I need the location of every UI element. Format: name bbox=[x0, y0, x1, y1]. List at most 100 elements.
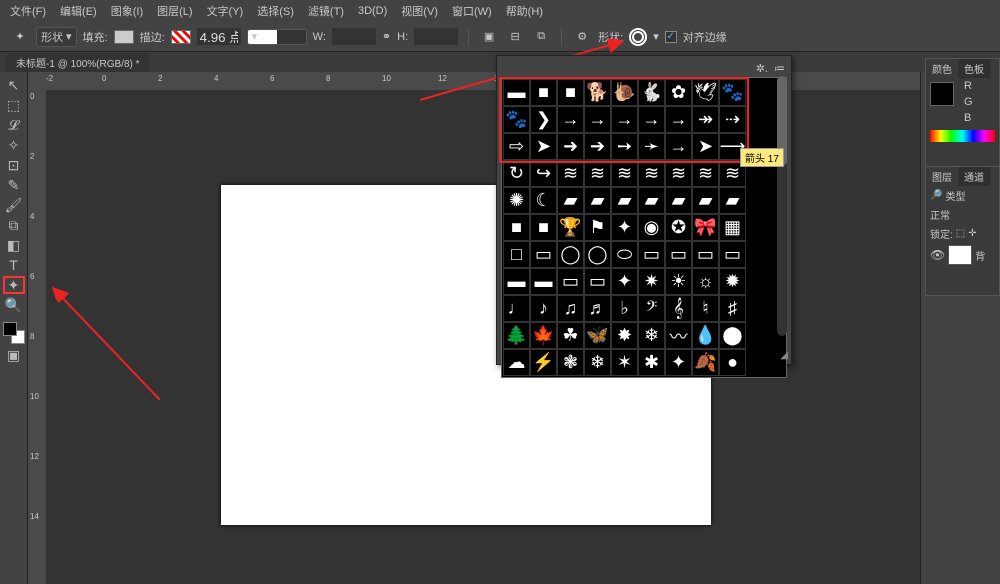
shape-cell-25[interactable]: ➤ bbox=[692, 133, 719, 160]
shape-cell-71[interactable]: ✹ bbox=[719, 268, 746, 295]
shape-cell-32[interactable]: ≋ bbox=[638, 160, 665, 187]
shape-cell-5[interactable]: 🐇 bbox=[638, 79, 665, 106]
shape-cell-76[interactable]: ♭ bbox=[611, 295, 638, 322]
shape-cell-83[interactable]: ☘ bbox=[557, 322, 584, 349]
shape-cell-75[interactable]: ♬ bbox=[584, 295, 611, 322]
align-edges-checkbox[interactable] bbox=[665, 31, 677, 43]
type-tool[interactable]: T bbox=[3, 256, 25, 274]
stamp-tool[interactable]: ⧉ bbox=[3, 216, 25, 234]
shape-cell-55[interactable]: ▭ bbox=[530, 241, 557, 268]
path-operations-icon[interactable]: ▣ bbox=[479, 27, 499, 47]
shape-cell-85[interactable]: ✸ bbox=[611, 322, 638, 349]
tool-preset-icon[interactable]: ✦ bbox=[10, 27, 30, 47]
shape-cell-84[interactable]: 🦋 bbox=[584, 322, 611, 349]
layer-name[interactable]: 背 bbox=[975, 248, 985, 263]
lasso-tool[interactable]: 𝓛 bbox=[3, 116, 25, 134]
shape-cell-8[interactable]: 🐾 bbox=[719, 79, 746, 106]
shape-cell-88[interactable]: 💧 bbox=[692, 322, 719, 349]
menu-select[interactable]: 选择(S) bbox=[257, 3, 294, 19]
shape-cell-54[interactable]: □ bbox=[503, 241, 530, 268]
shape-cell-0[interactable]: ▬ bbox=[503, 79, 530, 106]
picker-scrollbar[interactable] bbox=[777, 76, 787, 336]
shape-cell-7[interactable]: 🕊 bbox=[692, 79, 719, 106]
shape-cell-51[interactable]: ✪ bbox=[665, 214, 692, 241]
shape-cell-69[interactable]: ☀ bbox=[665, 268, 692, 295]
shape-cell-68[interactable]: ✷ bbox=[638, 268, 665, 295]
menu-type[interactable]: 文字(Y) bbox=[207, 3, 244, 19]
fill-swatch[interactable] bbox=[114, 30, 134, 44]
shape-cell-40[interactable]: ▰ bbox=[611, 187, 638, 214]
shape-cell-13[interactable]: → bbox=[611, 106, 638, 133]
shape-cell-62[interactable]: ▭ bbox=[719, 241, 746, 268]
shape-cell-30[interactable]: ≋ bbox=[584, 160, 611, 187]
shape-cell-41[interactable]: ▰ bbox=[638, 187, 665, 214]
shape-cell-45[interactable]: ■ bbox=[503, 214, 530, 241]
menu-file[interactable]: 文件(F) bbox=[10, 3, 46, 19]
move-tool[interactable]: ↖ bbox=[3, 76, 25, 94]
shape-cell-43[interactable]: ▰ bbox=[692, 187, 719, 214]
shape-cell-44[interactable]: ▰ bbox=[719, 187, 746, 214]
shape-cell-12[interactable]: → bbox=[584, 106, 611, 133]
shape-cell-20[interactable]: ➜ bbox=[557, 133, 584, 160]
shape-cell-14[interactable]: → bbox=[638, 106, 665, 133]
crop-tool[interactable]: ⊡ bbox=[3, 156, 25, 174]
custom-shape-swatch[interactable] bbox=[629, 28, 647, 46]
shape-cell-47[interactable]: 🏆 bbox=[557, 214, 584, 241]
shape-cell-80[interactable]: ♯ bbox=[719, 295, 746, 322]
shape-cell-61[interactable]: ▭ bbox=[692, 241, 719, 268]
shape-cell-17[interactable]: ⇢ bbox=[719, 106, 746, 133]
shape-cell-42[interactable]: ▰ bbox=[665, 187, 692, 214]
path-arrange-icon[interactable]: ⧉ bbox=[531, 27, 551, 47]
shape-cell-59[interactable]: ▭ bbox=[638, 241, 665, 268]
shape-cell-63[interactable]: ▬ bbox=[503, 268, 530, 295]
swatches-tab[interactable]: 色板 bbox=[958, 59, 990, 78]
shape-cell-57[interactable]: ◯ bbox=[584, 241, 611, 268]
stroke-swatch[interactable] bbox=[171, 30, 191, 44]
shape-cell-86[interactable]: ❄ bbox=[638, 322, 665, 349]
picker-menu-icon[interactable]: ≔ bbox=[774, 62, 785, 75]
shape-cell-46[interactable]: ■ bbox=[530, 214, 557, 241]
shape-cell-81[interactable]: 🌲 bbox=[503, 322, 530, 349]
shape-cell-11[interactable]: → bbox=[557, 106, 584, 133]
shape-cell-50[interactable]: ◉ bbox=[638, 214, 665, 241]
path-align-icon[interactable]: ⊟ bbox=[505, 27, 525, 47]
shape-cell-72[interactable]: ♩ bbox=[503, 295, 530, 322]
wand-tool[interactable]: ✧ bbox=[3, 136, 25, 154]
shape-cell-97[interactable]: 🍂 bbox=[692, 349, 719, 376]
shape-cell-36[interactable]: ✺ bbox=[503, 187, 530, 214]
gear-icon[interactable]: ⚙ bbox=[572, 27, 592, 47]
stroke-style-dropdown[interactable]: ▾ bbox=[247, 29, 307, 45]
shape-dropdown-chevron[interactable]: ▾ bbox=[653, 30, 659, 43]
shape-cell-18[interactable]: ⇨ bbox=[503, 133, 530, 160]
shape-cell-66[interactable]: ▭ bbox=[584, 268, 611, 295]
shape-cell-6[interactable]: ✿ bbox=[665, 79, 692, 106]
shape-cell-2[interactable]: ■ bbox=[557, 79, 584, 106]
document-tab[interactable]: 未标题-1 @ 100%(RGB/8) * bbox=[6, 53, 150, 72]
shape-cell-39[interactable]: ▰ bbox=[584, 187, 611, 214]
layers-tab[interactable]: 图层 bbox=[926, 167, 958, 186]
shape-cell-77[interactable]: 𝄢 bbox=[638, 295, 665, 322]
picker-gear-icon[interactable]: ✲. bbox=[756, 62, 768, 75]
lock-pixels-icon[interactable]: ⬚ bbox=[956, 228, 965, 239]
brush-tool[interactable]: 🖌 bbox=[3, 196, 25, 214]
color-preview-swatch[interactable] bbox=[930, 82, 954, 106]
shape-cell-31[interactable]: ≋ bbox=[611, 160, 638, 187]
shape-cell-64[interactable]: ▬ bbox=[530, 268, 557, 295]
link-wh-icon[interactable]: ⚭ bbox=[382, 30, 391, 43]
layer-thumbnail[interactable] bbox=[948, 245, 972, 265]
menu-window[interactable]: 窗口(W) bbox=[452, 3, 492, 19]
shape-cell-92[interactable]: ❃ bbox=[557, 349, 584, 376]
shape-cell-49[interactable]: ✦ bbox=[611, 214, 638, 241]
shape-cell-90[interactable]: ☁ bbox=[503, 349, 530, 376]
shape-cell-98[interactable]: ● bbox=[719, 349, 746, 376]
resize-grip-icon[interactable]: ◢ bbox=[780, 350, 788, 361]
width-field[interactable] bbox=[332, 28, 376, 45]
shape-cell-95[interactable]: ✱ bbox=[638, 349, 665, 376]
foreground-background-colors[interactable] bbox=[3, 322, 25, 344]
channels-tab[interactable]: 通道 bbox=[958, 167, 990, 186]
shape-cell-15[interactable]: → bbox=[665, 106, 692, 133]
menu-edit[interactable]: 编辑(E) bbox=[60, 3, 97, 19]
shape-cell-96[interactable]: ✦ bbox=[665, 349, 692, 376]
shape-cell-67[interactable]: ✦ bbox=[611, 268, 638, 295]
menu-view[interactable]: 视图(V) bbox=[401, 3, 438, 19]
